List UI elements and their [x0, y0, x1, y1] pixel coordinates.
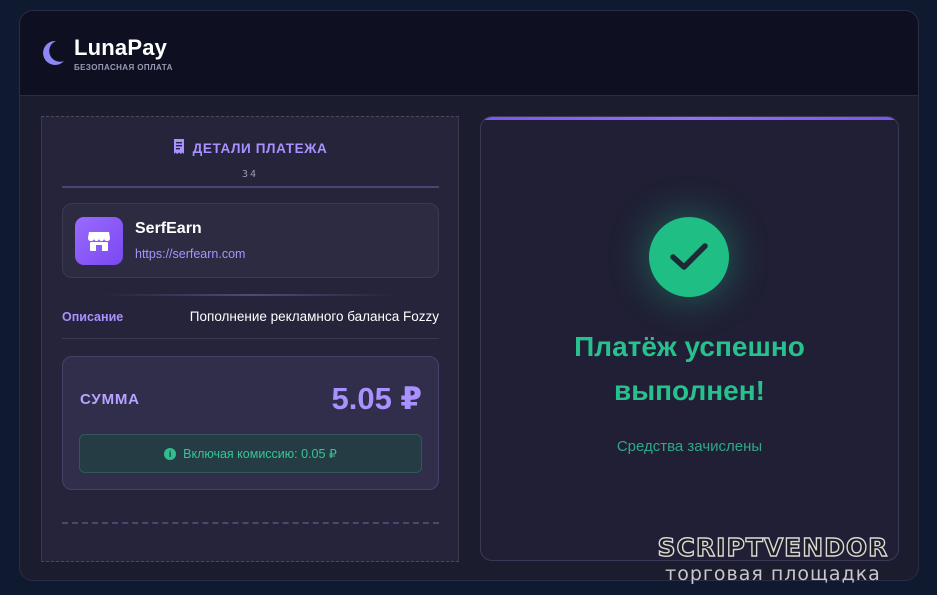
brand-name: LunaPay [74, 34, 168, 60]
payment-details-title: ДЕТАЛИ ПЛАТЕЖА [42, 139, 458, 157]
payment-window: LunaPay БЕЗОПАСНАЯ ОПЛАТА ДЕТАЛИ ПЛАТЕЖА… [19, 10, 919, 581]
payment-details-panel: ДЕТАЛИ ПЛАТЕЖА 34 SerfEarn https://serfe… [41, 116, 459, 562]
fee-text: Включая комиссию: 0.05 ₽ [183, 447, 337, 461]
merchant-url[interactable]: https://serfearn.com [135, 247, 245, 261]
description-value: Пополнение рекламного баланса Fozzy [189, 309, 439, 324]
payment-details-label: ДЕТАЛИ ПЛАТЕЖА [192, 140, 328, 156]
info-icon: i [164, 447, 177, 460]
success-subtitle: Средства зачислены [616, 438, 763, 455]
receipt-number: 34 [241, 169, 259, 180]
success-title-line2: выполнен! [614, 375, 765, 406]
brand-tagline: БЕЗОПАСНАЯ ОПЛАТА [74, 62, 173, 72]
amount-label: СУММА [80, 391, 140, 408]
success-panel: Платёж успешно выполнен! Средства зачисл… [480, 116, 899, 561]
watermark: SCRIPTVENDOR торговая площадка [619, 532, 927, 588]
amount-value: 5.05 ₽ [331, 381, 422, 416]
merchant-name: SerfEarn [135, 220, 202, 237]
moon-icon [40, 38, 66, 68]
store-icon [75, 216, 123, 265]
header: LunaPay БЕЗОПАСНАЯ ОПЛАТА [20, 11, 918, 96]
description-label: Описание [62, 309, 124, 324]
divider [102, 294, 399, 296]
watermark-title: SCRIPTVENDOR [657, 532, 889, 562]
description-row: Описание Пополнение рекламного баланса F… [62, 309, 439, 324]
title-divider [62, 186, 439, 188]
success-title-line1: Платёж успешно [574, 331, 805, 362]
checkmark-icon [649, 217, 729, 297]
watermark-subtitle: торговая площадка [665, 563, 881, 585]
divider [62, 338, 439, 339]
success-title: Платёж успешно выполнен! [481, 325, 898, 413]
brand: LunaPay БЕЗОПАСНАЯ ОПЛАТА [74, 35, 173, 72]
success-accent-bar [481, 117, 898, 120]
dashed-divider [62, 522, 439, 524]
merchant-card: SerfEarn https://serfearn.com [62, 203, 439, 278]
fee-notice: i Включая комиссию: 0.05 ₽ [79, 434, 422, 473]
receipt-icon [173, 139, 185, 157]
amount-box: СУММА 5.05 ₽ i Включая комиссию: 0.05 ₽ [62, 356, 439, 490]
